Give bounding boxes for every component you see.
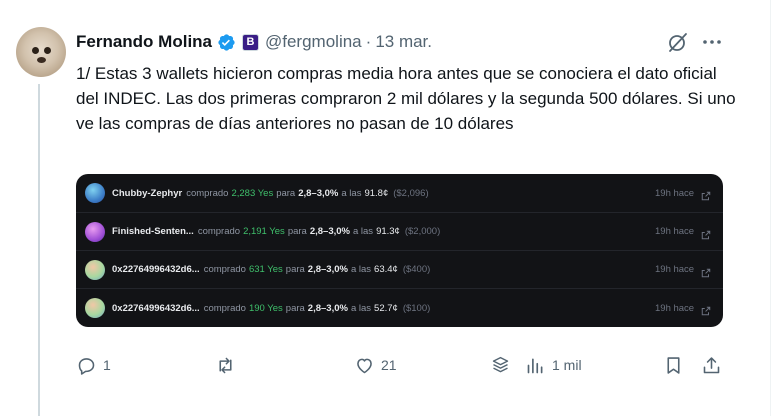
share-button[interactable] xyxy=(701,353,722,377)
trade-row[interactable]: Chubby-Zephyr comprado 2,283 Yes para 2,… xyxy=(76,174,723,213)
trade-para: para xyxy=(276,187,296,199)
avatar[interactable] xyxy=(16,27,66,77)
trade-verb: comprado xyxy=(197,226,241,237)
trade-price: 52.7¢ xyxy=(374,302,398,314)
trade-para: para xyxy=(285,302,305,314)
avatar-eye-left xyxy=(32,47,39,54)
affiliate-badge[interactable]: B xyxy=(242,33,259,51)
trade-time: 19h hace xyxy=(655,302,695,314)
stack-icon xyxy=(492,356,509,372)
grok-icon[interactable] xyxy=(666,30,690,54)
external-link-icon[interactable] xyxy=(701,265,711,277)
trade-a-las: a las xyxy=(350,302,372,314)
retweet-button[interactable] xyxy=(215,353,242,377)
trade-avatar xyxy=(85,221,105,242)
like-button[interactable]: 21 xyxy=(354,353,397,377)
retweet-icon xyxy=(219,357,232,373)
trade-verb: comprado xyxy=(186,187,229,199)
more-icon[interactable] xyxy=(700,30,724,54)
bookmark-icon xyxy=(667,356,680,374)
stack-button[interactable] xyxy=(490,353,511,377)
trade-a-las: a las xyxy=(352,226,374,237)
reply-button[interactable]: 1 xyxy=(76,353,111,377)
trade-usd: ($100) xyxy=(402,302,431,314)
views-count: 1 mil xyxy=(552,357,582,373)
trade-user[interactable]: Chubby-Zephyr xyxy=(112,188,182,199)
trade-time: 19h hace xyxy=(655,264,695,275)
tweet-text: 1/ Estas 3 wallets hicieron compras medi… xyxy=(76,64,736,133)
trade-description: Chubby-Zephyr comprado 2,283 Yes para 2,… xyxy=(112,188,429,199)
trade-verb: comprado xyxy=(203,264,246,275)
trade-description: 0x22764996432d6... comprado 190 Yes para… xyxy=(112,303,430,314)
trade-range: 2,8–3,0% xyxy=(307,264,348,275)
trade-avatar xyxy=(85,259,105,280)
trade-user[interactable]: 0x22764996432d6... xyxy=(112,303,200,314)
trade-usd: ($400) xyxy=(402,264,431,275)
tweet-actions: 1 21 1 mil xyxy=(76,353,736,377)
trade-user[interactable]: Finished-Senten... xyxy=(112,226,194,237)
tweet-header: Fernando Molina B @fergmolina · 13 mar. xyxy=(76,31,432,53)
trade-usd: ($2,096) xyxy=(393,187,429,199)
bookmark-button[interactable] xyxy=(663,353,684,377)
trade-avatar xyxy=(85,298,105,318)
author-handle[interactable]: @fergmolina xyxy=(265,32,362,52)
trade-price: 91.8¢ xyxy=(364,187,389,199)
trade-amount: 2,191 Yes xyxy=(243,226,285,237)
trade-a-las: a las xyxy=(341,187,362,199)
trade-description: 0x22764996432d6... comprado 631 Yes para… xyxy=(112,264,430,275)
external-link-icon[interactable] xyxy=(701,227,711,239)
trade-verb: comprado xyxy=(203,302,246,314)
trade-row[interactable]: 0x22764996432d6... comprado 190 Yes para… xyxy=(76,289,723,327)
trade-avatar xyxy=(85,183,105,203)
verified-icon xyxy=(217,33,236,52)
trade-time: 19h hace xyxy=(655,187,695,199)
trade-time: 19h hace xyxy=(655,226,695,237)
external-link-icon[interactable] xyxy=(701,303,711,316)
trade-range: 2,8–3,0% xyxy=(307,302,348,314)
timeline-border xyxy=(770,0,771,416)
trade-para: para xyxy=(287,226,307,237)
trade-range: 2,8–3,0% xyxy=(298,187,339,199)
trade-amount: 190 Yes xyxy=(248,302,283,314)
trade-user[interactable]: 0x22764996432d6... xyxy=(112,264,200,275)
views-icon xyxy=(527,358,543,373)
trade-amount: 631 Yes xyxy=(248,264,283,275)
trade-amount: 2,283 Yes xyxy=(231,187,274,199)
trade-description: Finished-Senten... comprado 2,191 Yes pa… xyxy=(112,226,440,237)
header-separator: · xyxy=(365,32,372,51)
trades-card[interactable]: Chubby-Zephyr comprado 2,283 Yes para 2,… xyxy=(76,174,723,327)
views-button[interactable]: 1 mil xyxy=(525,353,582,377)
trade-a-las: a las xyxy=(350,264,372,275)
trade-row[interactable]: Finished-Senten... comprado 2,191 Yes pa… xyxy=(76,213,723,251)
like-icon xyxy=(357,358,372,373)
trade-range: 2,8–3,0% xyxy=(309,226,350,237)
thread-connector-line xyxy=(38,84,40,416)
share-icon xyxy=(703,356,720,373)
trade-price: 63.4¢ xyxy=(374,264,398,275)
tweet-date[interactable]: 13 mar. xyxy=(375,32,432,52)
avatar-eye-right xyxy=(44,47,51,54)
trade-para: para xyxy=(285,264,305,275)
external-link-icon[interactable] xyxy=(701,188,711,201)
reply-icon xyxy=(78,357,95,375)
trade-price: 91.3¢ xyxy=(376,226,400,237)
author-name[interactable]: Fernando Molina xyxy=(76,32,212,52)
trade-row[interactable]: 0x22764996432d6... comprado 631 Yes para… xyxy=(76,251,723,289)
trade-usd: ($2,000) xyxy=(404,226,441,237)
like-count: 21 xyxy=(381,357,397,373)
avatar-nose xyxy=(37,57,46,63)
reply-count: 1 xyxy=(103,357,111,373)
